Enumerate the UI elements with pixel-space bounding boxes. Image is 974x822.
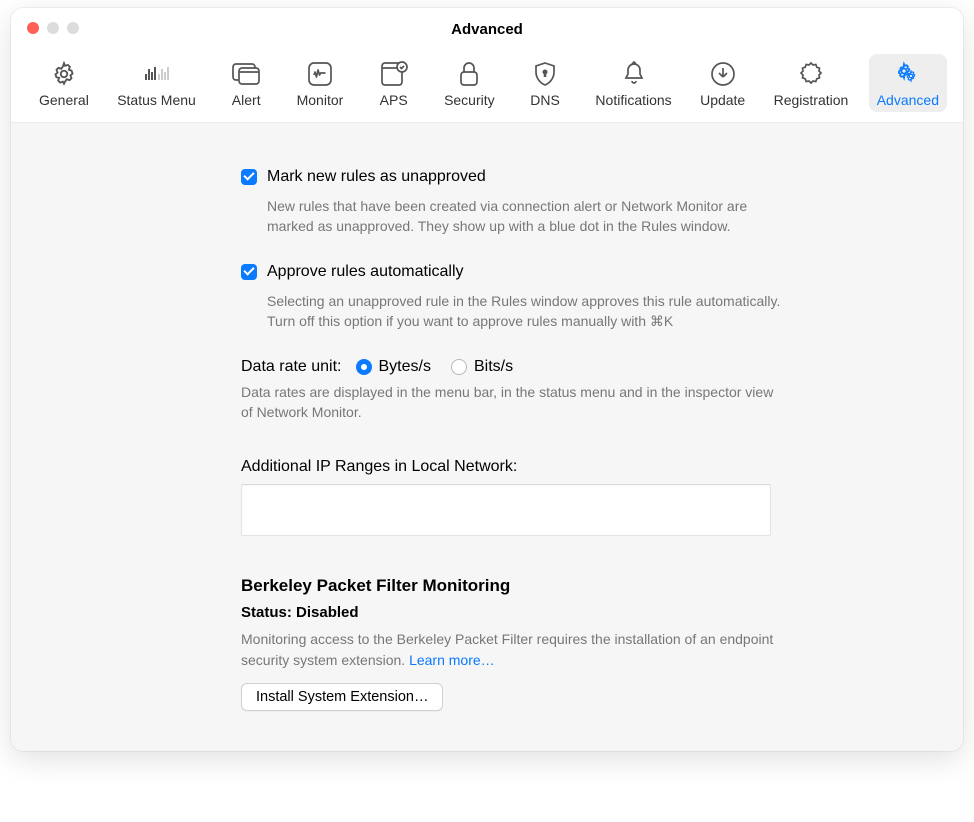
shield-icon [531,60,559,88]
titlebar: Advanced [11,8,963,50]
tab-label: Update [700,92,745,108]
approve-auto-desc: Selecting an unapproved rule in the Rule… [267,291,781,332]
tab-advanced[interactable]: Advanced [869,54,947,112]
radio-bytes-label: Bytes/s [379,358,431,376]
content-area: Mark new rules as unapproved New rules t… [11,123,963,751]
tab-update[interactable]: Update [692,54,753,112]
tab-security[interactable]: Security [436,54,503,112]
bars-icon [143,60,171,88]
monitor-icon [306,60,334,88]
data-rate-desc: Data rates are displayed in the menu bar… [241,382,781,423]
tab-dns[interactable]: DNS [515,54,575,112]
tab-label: APS [380,92,408,108]
radio-bits[interactable] [451,359,467,375]
shield-check-icon [380,60,408,88]
tab-label: Monitor [297,92,344,108]
seal-icon [797,60,825,88]
mark-unapproved-desc: New rules that have been created via con… [267,196,781,237]
tab-status-menu[interactable]: Status Menu [109,54,204,112]
tab-label: Notifications [595,92,671,108]
toolbar: General Status Menu Alert Monitor APS [11,50,963,123]
bpf-desc: Monitoring access to the Berkeley Packet… [241,629,781,671]
approve-auto-label: Approve rules automatically [267,262,464,283]
tab-registration[interactable]: Registration [766,54,857,112]
bpf-status: Status: Disabled [241,604,781,621]
tab-label: Security [444,92,495,108]
tab-notifications[interactable]: Notifications [587,54,679,112]
gear-icon [50,60,78,88]
install-extension-button[interactable]: Install System Extension… [241,683,443,711]
traffic-lights [27,22,79,34]
tab-label: DNS [530,92,560,108]
preferences-window: Advanced General Status Menu Alert Mon [11,8,963,751]
bpf-heading: Berkeley Packet Filter Monitoring [241,576,781,596]
tab-label: Registration [774,92,849,108]
learn-more-link[interactable]: Learn more… [409,652,495,668]
tab-general[interactable]: General [31,54,97,112]
ip-ranges-input[interactable] [241,484,771,536]
alert-window-icon [232,60,260,88]
zoom-button[interactable] [67,22,79,34]
data-rate-label: Data rate unit: [241,358,342,376]
tab-label: Alert [232,92,261,108]
tab-monitor[interactable]: Monitor [289,54,352,112]
ip-ranges-label: Additional IP Ranges in Local Network: [241,458,781,476]
approve-auto-checkbox[interactable] [241,264,257,280]
download-icon [709,60,737,88]
tab-aps[interactable]: APS [364,54,424,112]
tab-label: General [39,92,89,108]
bell-icon [620,60,648,88]
gears-icon [894,60,922,88]
mark-unapproved-label: Mark new rules as unapproved [267,167,486,188]
radio-bits-label: Bits/s [474,358,513,376]
tab-label: Advanced [877,92,939,108]
lock-icon [455,60,483,88]
bpf-desc-text: Monitoring access to the Berkeley Packet… [241,631,773,668]
mark-unapproved-checkbox[interactable] [241,169,257,185]
close-button[interactable] [27,22,39,34]
minimize-button[interactable] [47,22,59,34]
window-title: Advanced [451,21,523,38]
radio-bytes[interactable] [356,359,372,375]
tab-alert[interactable]: Alert [216,54,276,112]
tab-label: Status Menu [117,92,196,108]
